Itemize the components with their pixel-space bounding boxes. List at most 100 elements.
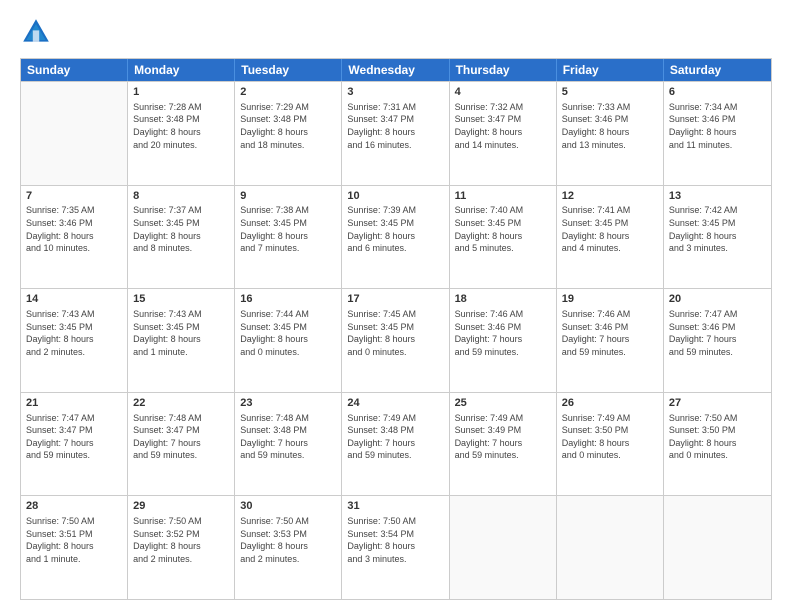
- day-cell-16: 16Sunrise: 7:44 AM Sunset: 3:45 PM Dayli…: [235, 289, 342, 392]
- day-number: 1: [133, 85, 229, 100]
- day-info: Sunrise: 7:49 AM Sunset: 3:48 PM Dayligh…: [347, 412, 443, 462]
- day-number: 19: [562, 292, 658, 307]
- empty-cell: [450, 496, 557, 599]
- day-info: Sunrise: 7:49 AM Sunset: 3:50 PM Dayligh…: [562, 412, 658, 462]
- header-day-thursday: Thursday: [450, 59, 557, 81]
- day-number: 26: [562, 396, 658, 411]
- day-info: Sunrise: 7:35 AM Sunset: 3:46 PM Dayligh…: [26, 204, 122, 254]
- day-number: 27: [669, 396, 766, 411]
- header-day-wednesday: Wednesday: [342, 59, 449, 81]
- day-number: 2: [240, 85, 336, 100]
- header-day-sunday: Sunday: [21, 59, 128, 81]
- header-day-friday: Friday: [557, 59, 664, 81]
- day-number: 21: [26, 396, 122, 411]
- day-number: 11: [455, 189, 551, 204]
- calendar: SundayMondayTuesdayWednesdayThursdayFrid…: [20, 58, 772, 600]
- day-info: Sunrise: 7:42 AM Sunset: 3:45 PM Dayligh…: [669, 204, 766, 254]
- day-info: Sunrise: 7:48 AM Sunset: 3:48 PM Dayligh…: [240, 412, 336, 462]
- day-info: Sunrise: 7:46 AM Sunset: 3:46 PM Dayligh…: [455, 308, 551, 358]
- day-number: 4: [455, 85, 551, 100]
- day-cell-24: 24Sunrise: 7:49 AM Sunset: 3:48 PM Dayli…: [342, 393, 449, 496]
- header-day-monday: Monday: [128, 59, 235, 81]
- day-info: Sunrise: 7:38 AM Sunset: 3:45 PM Dayligh…: [240, 204, 336, 254]
- day-info: Sunrise: 7:50 AM Sunset: 3:51 PM Dayligh…: [26, 515, 122, 565]
- day-number: 3: [347, 85, 443, 100]
- calendar-header: SundayMondayTuesdayWednesdayThursdayFrid…: [21, 59, 771, 81]
- day-number: 18: [455, 292, 551, 307]
- day-number: 5: [562, 85, 658, 100]
- day-number: 8: [133, 189, 229, 204]
- logo-icon: [20, 16, 52, 48]
- day-cell-20: 20Sunrise: 7:47 AM Sunset: 3:46 PM Dayli…: [664, 289, 771, 392]
- day-cell-10: 10Sunrise: 7:39 AM Sunset: 3:45 PM Dayli…: [342, 186, 449, 289]
- day-cell-4: 4Sunrise: 7:32 AM Sunset: 3:47 PM Daylig…: [450, 82, 557, 185]
- header-day-tuesday: Tuesday: [235, 59, 342, 81]
- day-cell-23: 23Sunrise: 7:48 AM Sunset: 3:48 PM Dayli…: [235, 393, 342, 496]
- day-info: Sunrise: 7:37 AM Sunset: 3:45 PM Dayligh…: [133, 204, 229, 254]
- day-number: 22: [133, 396, 229, 411]
- day-info: Sunrise: 7:46 AM Sunset: 3:46 PM Dayligh…: [562, 308, 658, 358]
- day-number: 17: [347, 292, 443, 307]
- day-number: 12: [562, 189, 658, 204]
- day-number: 30: [240, 499, 336, 514]
- day-cell-11: 11Sunrise: 7:40 AM Sunset: 3:45 PM Dayli…: [450, 186, 557, 289]
- day-number: 28: [26, 499, 122, 514]
- day-info: Sunrise: 7:39 AM Sunset: 3:45 PM Dayligh…: [347, 204, 443, 254]
- day-cell-3: 3Sunrise: 7:31 AM Sunset: 3:47 PM Daylig…: [342, 82, 449, 185]
- day-number: 7: [26, 189, 122, 204]
- day-info: Sunrise: 7:40 AM Sunset: 3:45 PM Dayligh…: [455, 204, 551, 254]
- day-info: Sunrise: 7:50 AM Sunset: 3:54 PM Dayligh…: [347, 515, 443, 565]
- day-info: Sunrise: 7:44 AM Sunset: 3:45 PM Dayligh…: [240, 308, 336, 358]
- empty-cell: [664, 496, 771, 599]
- day-number: 20: [669, 292, 766, 307]
- day-cell-14: 14Sunrise: 7:43 AM Sunset: 3:45 PM Dayli…: [21, 289, 128, 392]
- day-cell-12: 12Sunrise: 7:41 AM Sunset: 3:45 PM Dayli…: [557, 186, 664, 289]
- day-info: Sunrise: 7:50 AM Sunset: 3:52 PM Dayligh…: [133, 515, 229, 565]
- day-info: Sunrise: 7:49 AM Sunset: 3:49 PM Dayligh…: [455, 412, 551, 462]
- day-cell-21: 21Sunrise: 7:47 AM Sunset: 3:47 PM Dayli…: [21, 393, 128, 496]
- day-cell-18: 18Sunrise: 7:46 AM Sunset: 3:46 PM Dayli…: [450, 289, 557, 392]
- day-cell-30: 30Sunrise: 7:50 AM Sunset: 3:53 PM Dayli…: [235, 496, 342, 599]
- day-cell-19: 19Sunrise: 7:46 AM Sunset: 3:46 PM Dayli…: [557, 289, 664, 392]
- day-cell-9: 9Sunrise: 7:38 AM Sunset: 3:45 PM Daylig…: [235, 186, 342, 289]
- day-number: 31: [347, 499, 443, 514]
- day-info: Sunrise: 7:48 AM Sunset: 3:47 PM Dayligh…: [133, 412, 229, 462]
- day-cell-31: 31Sunrise: 7:50 AM Sunset: 3:54 PM Dayli…: [342, 496, 449, 599]
- empty-cell: [557, 496, 664, 599]
- day-number: 25: [455, 396, 551, 411]
- day-number: 23: [240, 396, 336, 411]
- day-cell-17: 17Sunrise: 7:45 AM Sunset: 3:45 PM Dayli…: [342, 289, 449, 392]
- header-day-saturday: Saturday: [664, 59, 771, 81]
- day-cell-26: 26Sunrise: 7:49 AM Sunset: 3:50 PM Dayli…: [557, 393, 664, 496]
- day-cell-8: 8Sunrise: 7:37 AM Sunset: 3:45 PM Daylig…: [128, 186, 235, 289]
- day-cell-7: 7Sunrise: 7:35 AM Sunset: 3:46 PM Daylig…: [21, 186, 128, 289]
- day-number: 16: [240, 292, 336, 307]
- day-cell-5: 5Sunrise: 7:33 AM Sunset: 3:46 PM Daylig…: [557, 82, 664, 185]
- day-info: Sunrise: 7:50 AM Sunset: 3:53 PM Dayligh…: [240, 515, 336, 565]
- day-info: Sunrise: 7:28 AM Sunset: 3:48 PM Dayligh…: [133, 101, 229, 151]
- day-info: Sunrise: 7:31 AM Sunset: 3:47 PM Dayligh…: [347, 101, 443, 151]
- day-cell-22: 22Sunrise: 7:48 AM Sunset: 3:47 PM Dayli…: [128, 393, 235, 496]
- day-cell-15: 15Sunrise: 7:43 AM Sunset: 3:45 PM Dayli…: [128, 289, 235, 392]
- day-info: Sunrise: 7:32 AM Sunset: 3:47 PM Dayligh…: [455, 101, 551, 151]
- day-info: Sunrise: 7:29 AM Sunset: 3:48 PM Dayligh…: [240, 101, 336, 151]
- day-number: 9: [240, 189, 336, 204]
- day-cell-13: 13Sunrise: 7:42 AM Sunset: 3:45 PM Dayli…: [664, 186, 771, 289]
- day-info: Sunrise: 7:43 AM Sunset: 3:45 PM Dayligh…: [133, 308, 229, 358]
- day-cell-25: 25Sunrise: 7:49 AM Sunset: 3:49 PM Dayli…: [450, 393, 557, 496]
- page: SundayMondayTuesdayWednesdayThursdayFrid…: [0, 0, 792, 612]
- week-row-4: 21Sunrise: 7:47 AM Sunset: 3:47 PM Dayli…: [21, 392, 771, 496]
- day-info: Sunrise: 7:34 AM Sunset: 3:46 PM Dayligh…: [669, 101, 766, 151]
- day-info: Sunrise: 7:33 AM Sunset: 3:46 PM Dayligh…: [562, 101, 658, 151]
- day-info: Sunrise: 7:41 AM Sunset: 3:45 PM Dayligh…: [562, 204, 658, 254]
- day-number: 24: [347, 396, 443, 411]
- week-row-1: 1Sunrise: 7:28 AM Sunset: 3:48 PM Daylig…: [21, 81, 771, 185]
- empty-cell: [21, 82, 128, 185]
- header: [20, 16, 772, 48]
- day-cell-2: 2Sunrise: 7:29 AM Sunset: 3:48 PM Daylig…: [235, 82, 342, 185]
- day-info: Sunrise: 7:50 AM Sunset: 3:50 PM Dayligh…: [669, 412, 766, 462]
- day-info: Sunrise: 7:43 AM Sunset: 3:45 PM Dayligh…: [26, 308, 122, 358]
- day-cell-29: 29Sunrise: 7:50 AM Sunset: 3:52 PM Dayli…: [128, 496, 235, 599]
- calendar-body: 1Sunrise: 7:28 AM Sunset: 3:48 PM Daylig…: [21, 81, 771, 599]
- day-info: Sunrise: 7:47 AM Sunset: 3:47 PM Dayligh…: [26, 412, 122, 462]
